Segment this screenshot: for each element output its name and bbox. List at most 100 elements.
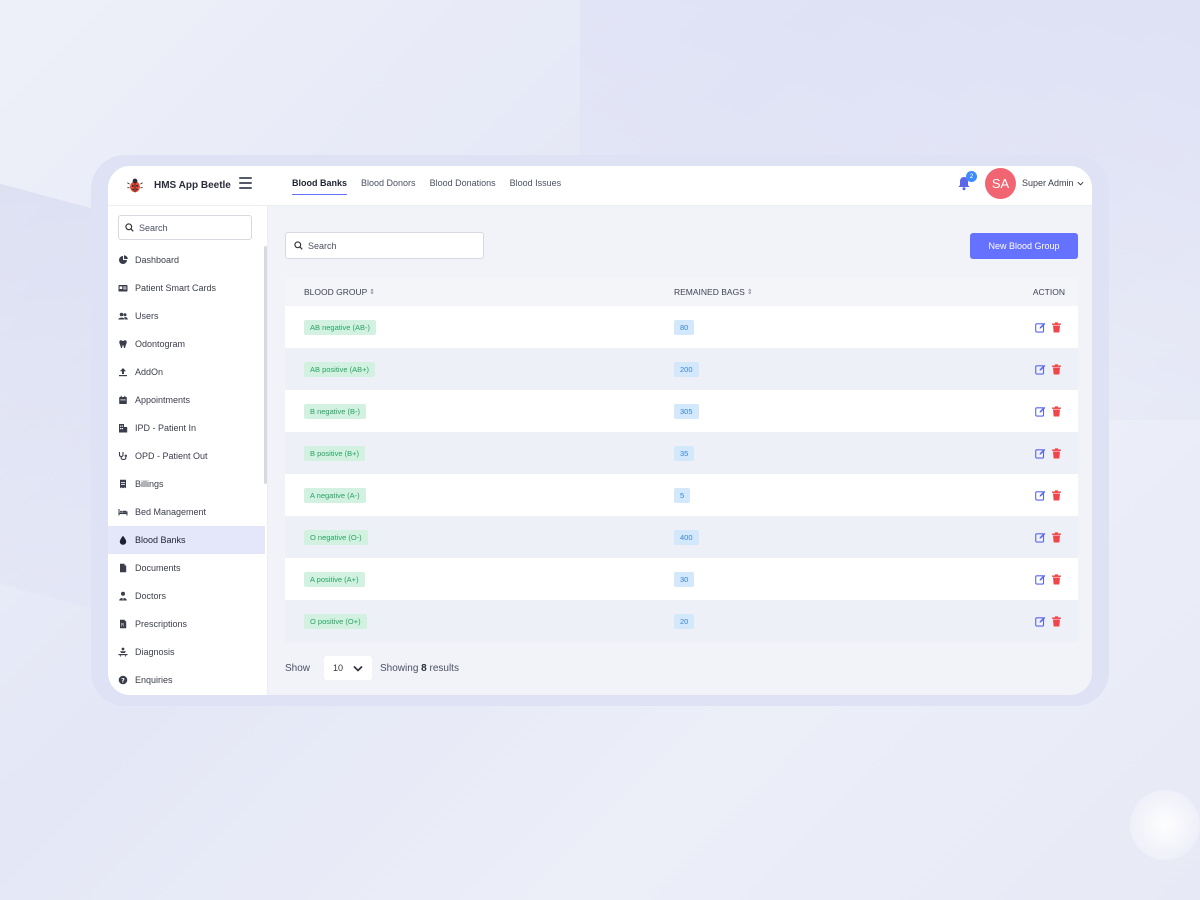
sidebar-item-patient-smart-cards[interactable]: Patient Smart Cards: [108, 274, 265, 302]
edit-icon[interactable]: [1035, 490, 1046, 501]
result-count: 8: [421, 662, 427, 674]
trash-icon[interactable]: [1051, 321, 1062, 333]
edit-icon[interactable]: [1035, 448, 1046, 459]
tab-blood-donors[interactable]: Blood Donors: [361, 166, 416, 206]
edit-icon[interactable]: [1035, 574, 1046, 585]
column-header-action: ACTION: [1032, 287, 1065, 297]
user-menu[interactable]: Super Admin: [1022, 178, 1084, 188]
sidebar-item-appointments[interactable]: Appointments: [108, 386, 265, 414]
column-header-blood-group[interactable]: BLOOD GROUP ⇕: [304, 287, 375, 297]
tooth-icon: [119, 340, 127, 348]
avatar[interactable]: SA: [985, 168, 1016, 199]
row-actions: [1035, 363, 1062, 375]
dashboard-icon: [119, 255, 128, 264]
page-size-select[interactable]: 10: [324, 656, 373, 680]
dark-mode-moon-icon[interactable]: [931, 177, 943, 189]
sidebar-item-enquiries[interactable]: ? Enquiries: [108, 666, 265, 694]
brand[interactable]: HMS App Beetle: [126, 176, 231, 194]
prescription-icon: R: [120, 619, 127, 629]
edit-icon[interactable]: [1035, 322, 1046, 333]
remained-bags-badge: 5: [674, 487, 691, 503]
trash-icon[interactable]: [1051, 489, 1062, 501]
edit-icon[interactable]: [1035, 406, 1046, 417]
sidebar-item-doctors[interactable]: Doctors: [108, 582, 265, 610]
sort-icon: ⇕: [746, 289, 753, 296]
row-actions: [1035, 489, 1062, 501]
table-row: B negative (B-) 305: [285, 390, 1078, 432]
row-actions: [1035, 531, 1062, 543]
question-icon: ?: [118, 675, 128, 684]
trash-icon[interactable]: [1051, 615, 1062, 627]
trash-icon[interactable]: [1051, 573, 1062, 585]
menu-toggle-icon[interactable]: [239, 177, 252, 189]
trash-icon[interactable]: [1051, 531, 1062, 543]
sidebar-item-ipd-patient-in[interactable]: IPD - Patient In: [108, 414, 265, 442]
show-label: Show: [285, 662, 311, 674]
tab-blood-donations[interactable]: Blood Donations: [430, 166, 496, 206]
chevron-down-icon: [1077, 181, 1084, 186]
blood-group-badge: B negative (B-): [304, 403, 367, 419]
edit-icon[interactable]: [1035, 616, 1046, 627]
background-glow: [1130, 790, 1200, 860]
remained-bags-badge: 200: [674, 361, 699, 377]
diagnosis-icon: [118, 647, 128, 657]
main-search: [285, 232, 484, 259]
column-header-remained-bags[interactable]: REMAINED BAGS ⇕: [674, 287, 753, 297]
user-name: Super Admin: [1022, 178, 1074, 188]
sidebar-item-users[interactable]: Users: [108, 302, 265, 330]
trash-icon[interactable]: [1051, 447, 1062, 459]
blood-drop-icon: [119, 535, 127, 545]
notification-count-badge: 2: [966, 171, 977, 182]
page-size-value: 10: [333, 663, 344, 673]
row-actions: [1035, 405, 1062, 417]
sidebar-item-opd-patient-out[interactable]: OPD - Patient Out: [108, 442, 265, 470]
table-footer: Show 10 Showing 8 results: [285, 656, 459, 680]
top-nav: Blood Banks Blood Donors Blood Donations…: [292, 166, 561, 206]
sidebar-menu: Dashboard Patient Smart Cards Users Odon…: [108, 246, 265, 694]
remained-bags-badge: 80: [674, 319, 695, 335]
edit-icon[interactable]: [1035, 364, 1046, 375]
trash-icon[interactable]: [1051, 363, 1062, 375]
receipt-icon: [120, 479, 126, 489]
remained-bags-badge: 400: [674, 529, 699, 545]
remained-bags-badge: 305: [674, 403, 699, 419]
doctor-icon: [119, 591, 127, 601]
tab-blood-banks[interactable]: Blood Banks: [292, 166, 348, 206]
results-summary: Showing 8 results: [380, 662, 459, 674]
app-window: HMS App Beetle Blood Banks Blood Donors …: [108, 166, 1092, 695]
chevron-down-icon: [353, 665, 363, 672]
sidebar-item-bed-management[interactable]: Bed Management: [108, 498, 265, 526]
row-actions: [1035, 615, 1062, 627]
sidebar-item-addon[interactable]: AddOn: [108, 358, 265, 386]
stethoscope-icon: [118, 452, 127, 461]
sidebar-item-billings[interactable]: Billings: [108, 470, 265, 498]
sidebar-item-documents[interactable]: Documents: [108, 554, 265, 582]
id-card-icon: [118, 285, 128, 292]
search-input[interactable]: [308, 240, 408, 251]
tab-blood-issues[interactable]: Blood Issues: [510, 166, 562, 206]
row-actions: [1035, 447, 1062, 459]
hospital-icon: [119, 424, 128, 433]
sidebar-item-odontogram[interactable]: Odontogram: [108, 330, 265, 358]
sidebar-item-prescriptions[interactable]: R Prescriptions: [108, 610, 265, 638]
svg-text:?: ?: [121, 677, 125, 684]
table-row: B positive (B+) 35: [285, 432, 1078, 474]
sidebar-search: [118, 215, 252, 240]
new-blood-group-button[interactable]: New Blood Group: [970, 233, 1078, 259]
svg-text:R: R: [121, 623, 124, 629]
remained-bags-badge: 35: [674, 445, 695, 461]
document-icon: [120, 563, 127, 573]
blood-group-badge: O negative (O-): [304, 529, 368, 545]
edit-icon[interactable]: [1035, 532, 1046, 543]
sidebar-item-diagnosis[interactable]: Diagnosis: [108, 638, 265, 666]
users-icon: [118, 312, 128, 320]
sidebar-item-dashboard[interactable]: Dashboard: [108, 246, 265, 274]
calendar-icon: [119, 395, 127, 404]
sidebar-search-input[interactable]: [139, 222, 239, 233]
sidebar-item-blood-banks[interactable]: Blood Banks: [108, 526, 265, 554]
search-icon: [125, 223, 134, 232]
sidebar: Dashboard Patient Smart Cards Users Odon…: [108, 206, 268, 695]
trash-icon[interactable]: [1051, 405, 1062, 417]
table-row: O negative (O-) 400: [285, 516, 1078, 558]
table-body: AB negative (AB-) 80 AB positive (AB+) 200 B…: [285, 306, 1078, 642]
